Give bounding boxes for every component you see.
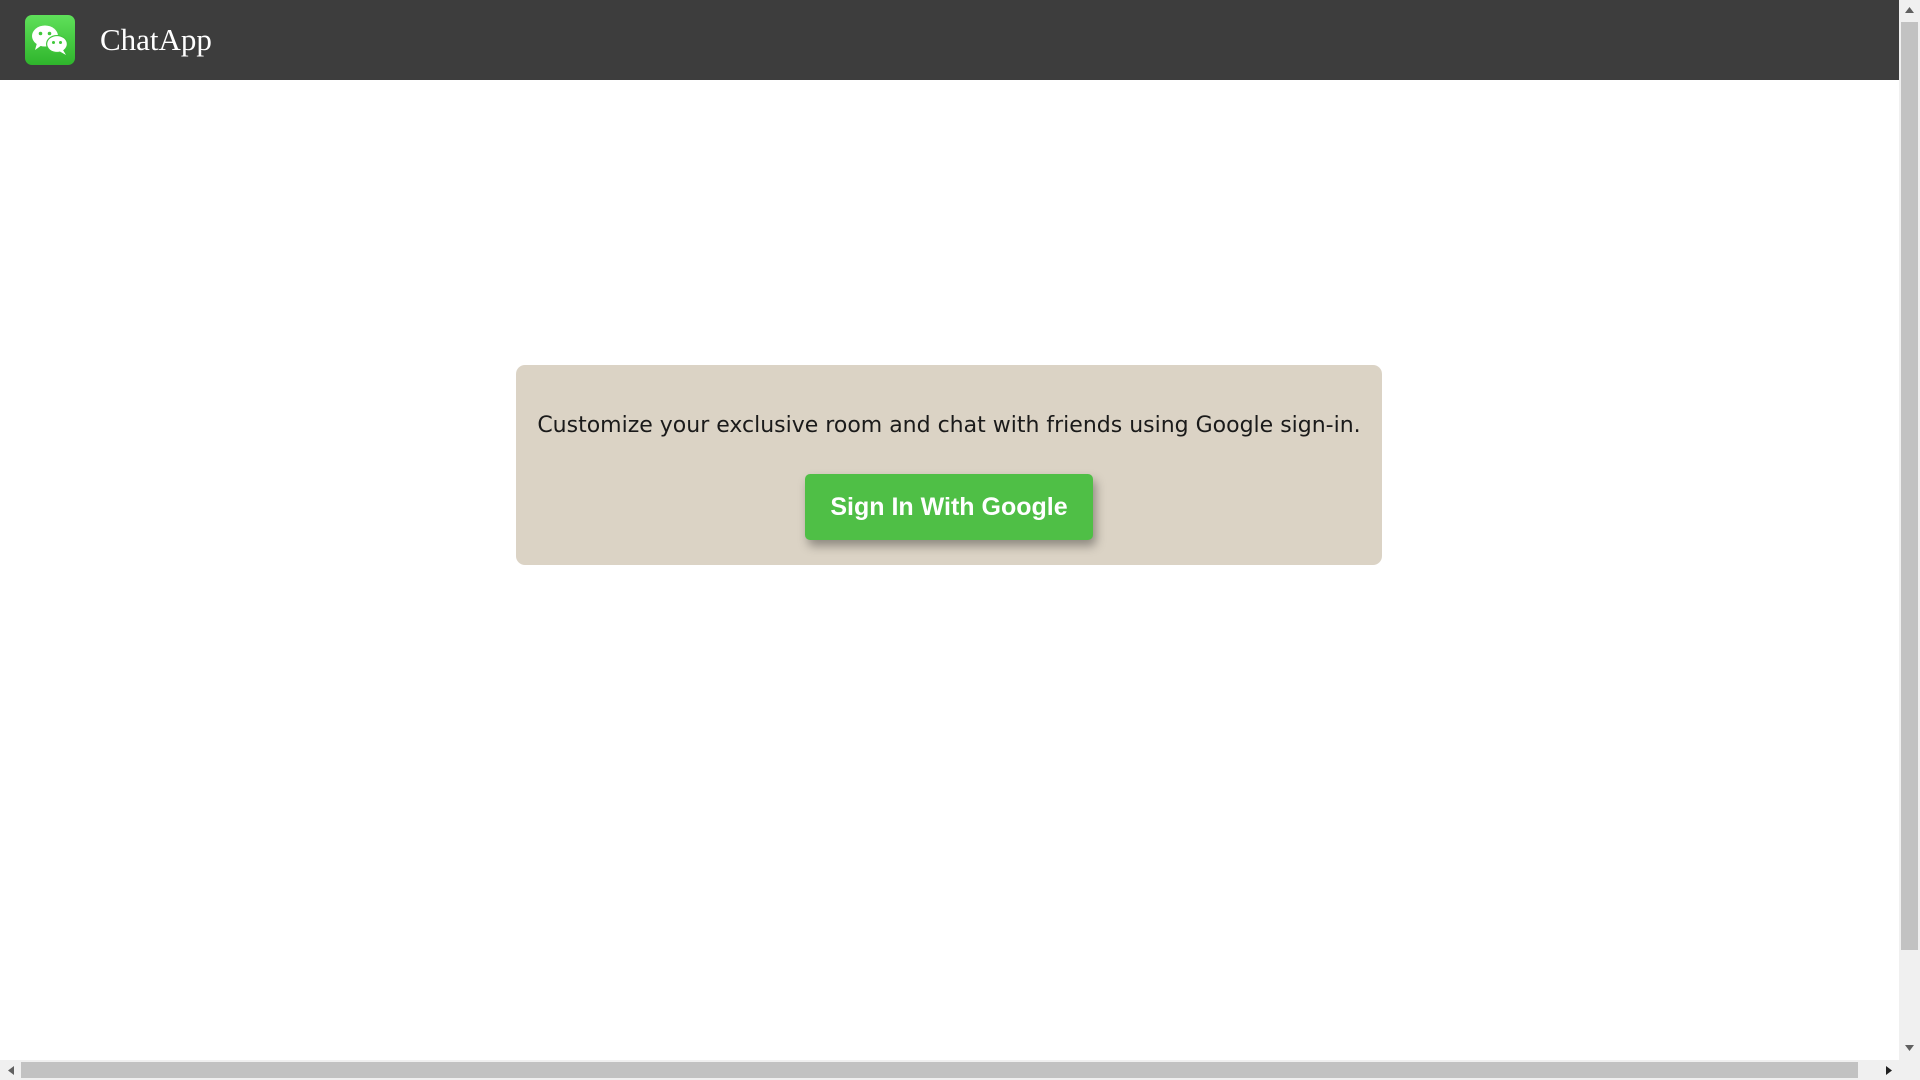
horizontal-scrollbar[interactable] bbox=[0, 1060, 1899, 1080]
arrow-right-icon[interactable] bbox=[1878, 1060, 1899, 1080]
arrow-up-icon[interactable] bbox=[1899, 0, 1920, 20]
chat-bubbles-icon[interactable] bbox=[25, 15, 75, 65]
scrollbar-corner bbox=[1899, 1060, 1920, 1080]
arrow-down-icon[interactable] bbox=[1899, 1038, 1920, 1058]
horizontal-scrollbar-thumb[interactable] bbox=[21, 1062, 1858, 1078]
signin-card: Customize your exclusive room and chat w… bbox=[516, 365, 1382, 565]
google-signin-button[interactable]: Sign In With Google bbox=[805, 474, 1093, 540]
signin-message: Customize your exclusive room and chat w… bbox=[537, 413, 1361, 438]
vertical-scrollbar-thumb[interactable] bbox=[1901, 22, 1918, 950]
top-navbar: ChatApp bbox=[0, 0, 1899, 80]
vertical-scrollbar[interactable] bbox=[1899, 0, 1920, 1060]
arrow-left-icon[interactable] bbox=[0, 1060, 21, 1080]
page: ChatApp Customize your exclusive room an… bbox=[0, 0, 1920, 1080]
app-title: ChatApp bbox=[100, 22, 212, 57]
